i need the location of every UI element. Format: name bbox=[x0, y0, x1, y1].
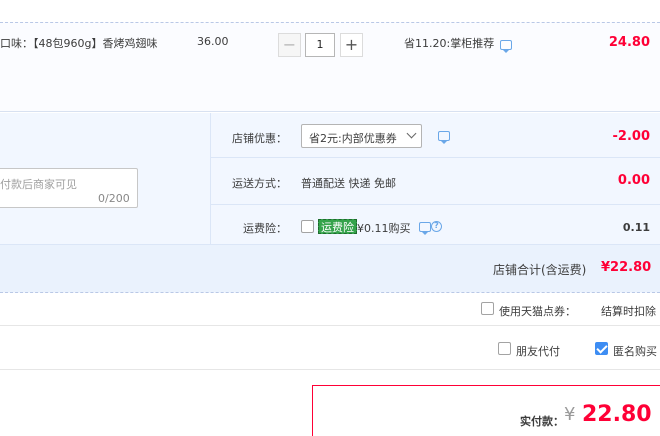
chat-icon[interactable] bbox=[419, 222, 431, 235]
tmall-coupon-label: 使用天猫点券： bbox=[499, 305, 576, 318]
divider bbox=[210, 204, 660, 205]
quantity-stepper[interactable]: − 1 + bbox=[278, 33, 364, 59]
discount-label: 店铺优惠： bbox=[232, 132, 287, 145]
tmall-coupon-checkbox[interactable] bbox=[481, 302, 494, 315]
shop-total-label: 店铺合计(含运费) bbox=[493, 263, 587, 277]
divider bbox=[0, 369, 660, 370]
anonymous-checkbox[interactable] bbox=[595, 342, 608, 355]
friend-pay-label: 朋友代付 bbox=[516, 345, 560, 358]
shipping-amount: 0.00 bbox=[617, 173, 650, 188]
shipping-label: 运送方式： bbox=[232, 177, 287, 190]
divider bbox=[210, 157, 660, 158]
divider bbox=[0, 325, 660, 326]
tmall-coupon-note: 结算时扣除 bbox=[601, 305, 656, 318]
help-icon[interactable]: ? bbox=[431, 221, 442, 232]
divider bbox=[0, 244, 660, 245]
seller-message-placeholder: 付款后商家可见 bbox=[0, 178, 77, 191]
item-subtotal: 24.80 bbox=[608, 35, 650, 50]
quantity-minus-button[interactable]: − bbox=[278, 33, 301, 57]
friend-pay-checkbox[interactable] bbox=[498, 342, 511, 355]
anonymous-label: 匿名购买 bbox=[613, 345, 657, 358]
divider bbox=[210, 113, 211, 244]
payment-amount: 22.80 bbox=[582, 402, 652, 427]
payment-label: 实付款： bbox=[520, 415, 564, 428]
insurance-checkbox[interactable] bbox=[301, 220, 314, 233]
item-unit-price: 36.00 bbox=[197, 35, 229, 48]
shipping-value: 普通配送 快递 免邮 bbox=[301, 177, 396, 190]
discount-select[interactable]: 省2元:内部优惠券 bbox=[301, 124, 422, 148]
discount-selected-value: 省2元:内部优惠券 bbox=[309, 132, 397, 145]
shop-total-amount: ¥22.80 bbox=[601, 260, 652, 275]
insurance-label: 运费险： bbox=[243, 222, 287, 235]
currency-symbol: ¥ bbox=[564, 404, 576, 425]
promo-text: 省11.20:掌柜推荐 bbox=[404, 37, 495, 50]
seller-message-count: 0/200 bbox=[98, 192, 130, 205]
chevron-down-icon bbox=[406, 128, 417, 139]
discount-amount: -2.00 bbox=[612, 129, 650, 144]
quantity-input[interactable]: 1 bbox=[305, 33, 335, 57]
chat-icon[interactable] bbox=[500, 40, 512, 53]
chat-icon[interactable] bbox=[438, 131, 450, 144]
quantity-plus-button[interactable]: + bbox=[340, 33, 363, 57]
insurance-badge: 运费险 bbox=[318, 219, 357, 234]
insurance-price: ¥0.11购买 bbox=[357, 222, 411, 235]
insurance-amount: 0.11 bbox=[622, 221, 650, 234]
item-description[interactable]: 口味：【48包960g】香烤鸡翅味 bbox=[0, 35, 157, 51]
